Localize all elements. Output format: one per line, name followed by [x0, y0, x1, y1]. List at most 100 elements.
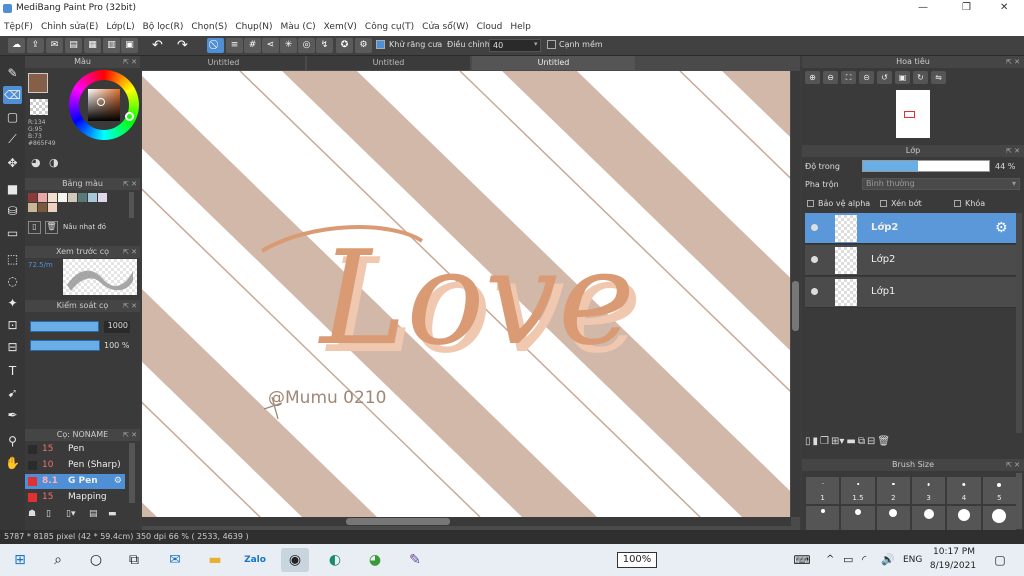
menu-window[interactable]: Cửa sổ(W) [422, 22, 468, 32]
folder-icon[interactable]: ▬ [846, 436, 855, 450]
panel-menu-icon[interactable]: ⇱ ✕ [123, 246, 137, 258]
protect-alpha-checkbox[interactable] [807, 200, 814, 207]
eye-icon[interactable] [811, 224, 818, 231]
fit-icon[interactable]: ⛶ [841, 71, 856, 84]
zoom-out-icon[interactable]: ⊖ [823, 71, 838, 84]
rotate-left-icon[interactable]: ↺ [877, 71, 892, 84]
lasso-tool-icon[interactable]: ◌ [3, 272, 22, 290]
grid-icon[interactable]: ▥ [103, 38, 120, 53]
copy-layer-icon[interactable]: ⧉ [858, 436, 865, 450]
eyedropper-tool-icon[interactable]: ⚲ [3, 432, 22, 450]
brush-new-icon[interactable]: ▯ [46, 509, 51, 519]
share-icon[interactable]: ⇪ [27, 38, 44, 53]
keyboard-icon[interactable]: ⌨ [788, 548, 816, 572]
chevron-down-icon[interactable]: ▾ [534, 40, 538, 48]
flip-icon[interactable]: ⇋ [931, 71, 946, 84]
brush-size-slider[interactable] [30, 321, 100, 332]
text-tool-icon[interactable]: T [3, 362, 22, 380]
cloud-icon[interactable]: ☁ [8, 38, 25, 53]
color-mixer-icon[interactable]: ◕ [31, 156, 41, 169]
close-icon[interactable]: ✕ [1000, 2, 1008, 13]
rectangle-tool-icon[interactable]: ▢ [3, 108, 22, 126]
palette-swatch[interactable] [48, 203, 57, 212]
brush-folder-icon[interactable]: ▬ [108, 509, 117, 519]
eye-icon[interactable] [811, 256, 818, 263]
brush-size-value[interactable]: 1000 [104, 321, 130, 333]
minimize-icon[interactable]: — [918, 2, 928, 13]
panel-menu-icon[interactable]: ⇱ ✕ [123, 429, 137, 441]
actual-size-icon[interactable]: ▣ [895, 71, 910, 84]
select-rect-icon[interactable]: ⬚ [3, 250, 22, 268]
tab-untitled-3[interactable]: Untitled [472, 56, 635, 70]
brush-size-cell[interactable]: 2 [876, 477, 910, 504]
battery-icon[interactable]: ▭ [843, 553, 853, 566]
zalo-icon[interactable]: Zalo [241, 548, 269, 572]
brush-size-cell[interactable]: 3 [911, 477, 946, 504]
brush-settings-icon[interactable]: ▤ [89, 509, 98, 519]
add-layer-menu-icon[interactable]: ⊞▾ [831, 436, 844, 450]
brush-opacity-slider[interactable] [30, 340, 100, 351]
language-indicator[interactable]: ENG [903, 555, 922, 565]
explorer-icon[interactable]: ▬ [201, 548, 229, 572]
zoom-in-icon[interactable]: ⊕ [805, 71, 820, 84]
blend-mode-select[interactable]: Bình thường ▾ [862, 178, 1020, 190]
menu-tools[interactable]: Công cụ(T) [365, 22, 414, 32]
brush-size-scrollbar[interactable] [1016, 473, 1022, 529]
brush-tool-icon[interactable]: ✎ [3, 64, 22, 82]
panel-icon[interactable]: ▣ [121, 38, 138, 53]
operation-tool-icon[interactable]: ➹ [3, 384, 22, 402]
palette-swatch[interactable] [68, 193, 77, 202]
search-icon[interactable]: ⌕ [44, 548, 72, 572]
new-layer-icon[interactable]: ▯ [805, 436, 811, 450]
undo-icon[interactable]: ↶ [149, 38, 166, 53]
mail-icon[interactable]: ✉ [161, 548, 189, 572]
gradient-tool-icon[interactable]: ▭ [3, 224, 22, 242]
menu-select[interactable]: Chọn(S) [191, 22, 227, 32]
edge-icon[interactable]: ◐ [321, 548, 349, 572]
menu-color[interactable]: Màu (C) [281, 22, 316, 32]
select-pen-icon[interactable]: ⊡ [3, 316, 22, 334]
radial-snap-icon[interactable]: ✳ [280, 38, 297, 53]
parallel-snap-icon[interactable]: ≡ [226, 38, 243, 53]
palette-swatch[interactable] [38, 193, 47, 202]
brush-item[interactable]: 8.1 G Pen ⚙ [25, 474, 125, 489]
snap-off-icon[interactable]: ⃠ [207, 38, 224, 53]
brush-size-cell[interactable]: 1.5 [841, 477, 875, 504]
brush-item[interactable]: 15 Pen [25, 442, 125, 457]
grid-snap-icon[interactable]: # [244, 38, 261, 53]
duplicate-layer-icon[interactable]: ❐ [820, 436, 829, 450]
brush-size-cell[interactable] [876, 506, 910, 533]
medibang-icon[interactable]: ✎ [401, 548, 429, 572]
brush-size-cell[interactable]: 1 [806, 477, 840, 504]
line-tool-icon[interactable]: ⟋ [3, 130, 22, 148]
horizontal-scrollbar[interactable] [142, 517, 791, 526]
panel-menu-icon[interactable]: ⇱ ✕ [1006, 56, 1020, 68]
circle-snap-icon[interactable]: ◎ [298, 38, 315, 53]
panel-menu-icon[interactable]: ⇱ ✕ [123, 178, 137, 190]
gear-icon[interactable]: ⚙ [995, 220, 1008, 236]
curve-snap-icon[interactable]: ↯ [316, 38, 333, 53]
menu-help[interactable]: Help [510, 22, 531, 32]
move-tool-icon[interactable]: ✥ [3, 154, 22, 172]
menu-filter[interactable]: Bộ lọc(R) [143, 22, 184, 32]
menu-layer[interactable]: Lớp(L) [106, 22, 134, 32]
antialias-checkbox[interactable] [376, 40, 385, 49]
soft-edge-checkbox[interactable] [547, 40, 556, 49]
palette-swatch[interactable] [78, 193, 87, 202]
panel-menu-icon[interactable]: ⇱ ✕ [123, 56, 137, 68]
clock-time[interactable]: 10:17 PM [932, 547, 976, 557]
wifi-icon[interactable]: ◜ [862, 553, 866, 566]
layer-opacity-slider[interactable] [862, 160, 990, 172]
panel-menu-icon[interactable]: ⇱ ✕ [1006, 459, 1020, 471]
brush-size-cell[interactable] [841, 506, 875, 533]
navigator-thumbnail[interactable] [896, 90, 930, 138]
layer-scrollbar[interactable] [1016, 213, 1022, 433]
palette-swatch[interactable] [38, 203, 47, 212]
color-wheel[interactable] [69, 70, 139, 140]
gear-icon[interactable]: ⚙ [114, 474, 122, 489]
panel-menu-icon[interactable]: ⇱ ✕ [1006, 145, 1020, 157]
palette-swatch[interactable] [28, 193, 37, 202]
hand-tool-icon[interactable]: ✋ [3, 454, 22, 472]
menu-edit[interactable]: Chỉnh sửa(E) [41, 22, 98, 32]
palette-swatch[interactable] [48, 193, 57, 202]
